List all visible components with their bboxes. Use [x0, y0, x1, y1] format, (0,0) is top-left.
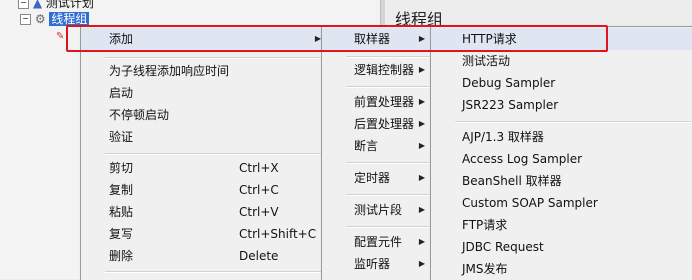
- menu-item-test-action[interactable]: 测试活动: [431, 50, 692, 72]
- tree-collapse-icon[interactable]: −: [20, 14, 31, 25]
- sampler-submenu: HTTP请求 测试活动 Debug Sampler JSR223 Sampler…: [430, 26, 692, 280]
- menu-item-listener[interactable]: 监听器 ▶: [322, 253, 433, 275]
- submenu-arrow-icon: ▶: [418, 97, 425, 106]
- sampler-icon: ✎: [56, 31, 65, 42]
- menu-item-validate[interactable]: 验证: [81, 126, 329, 148]
- menu-separator: [346, 226, 431, 228]
- menu-item-add-think-time[interactable]: 为子线程添加响应时间: [81, 60, 329, 82]
- menu-item-cut[interactable]: 剪切 Ctrl+X: [81, 157, 329, 179]
- menu-separator: [105, 153, 327, 155]
- tree-child-node[interactable]: ✎: [56, 28, 64, 42]
- menu-item-timer[interactable]: 定时器 ▶: [322, 167, 433, 189]
- menu-item-beanshell-sampler[interactable]: BeanShell 取样器: [431, 170, 692, 192]
- highlight-annotation-box: [66, 25, 608, 52]
- submenu-arrow-icon: ▶: [418, 259, 425, 268]
- context-menu: 添加 ▶ 为子线程添加响应时间 启动 不停顿启动 验证 剪切 Ctrl+X 复制…: [80, 26, 330, 280]
- menu-item-logic-controller[interactable]: 逻辑控制器 ▶: [322, 59, 433, 81]
- tree-collapse-icon[interactable]: −: [18, 0, 29, 9]
- menu-item-duplicate[interactable]: 复写 Ctrl+Shift+C: [81, 223, 329, 245]
- menu-item-jms-publisher[interactable]: JMS发布: [431, 258, 692, 280]
- menu-item-test-fragment[interactable]: 测试片段 ▶: [322, 199, 433, 221]
- menu-item-delete[interactable]: 删除 Delete: [81, 245, 329, 267]
- menu-item-jsr223-sampler[interactable]: JSR223 Sampler: [431, 94, 692, 116]
- menu-item-pre-processor[interactable]: 前置处理器 ▶: [322, 91, 433, 113]
- submenu-arrow-icon: ▶: [418, 141, 425, 150]
- menu-item-access-log-sampler[interactable]: Access Log Sampler: [431, 148, 692, 170]
- menu-separator: [346, 86, 431, 88]
- menu-item-start-no-pauses[interactable]: 不停顿启动: [81, 104, 329, 126]
- menu-item-post-processor[interactable]: 后置处理器 ▶: [322, 113, 433, 135]
- tree-node-label: 测试计划: [45, 0, 94, 10]
- submenu-arrow-icon: ▶: [418, 119, 425, 128]
- menu-separator: [455, 121, 691, 123]
- menu-separator: [346, 194, 431, 196]
- menu-item-config-element[interactable]: 配置元件 ▶: [322, 231, 433, 253]
- tree-node-test-plan[interactable]: − ▲ 测试计划: [18, 0, 94, 10]
- tree-node-thread-group[interactable]: − ⚙ 线程组: [20, 12, 90, 26]
- menu-item-jdbc-request[interactable]: JDBC Request: [431, 236, 692, 258]
- menu-separator: [105, 271, 327, 273]
- flask-icon: ▲: [32, 0, 43, 10]
- menu-item-custom-soap-sampler[interactable]: Custom SOAP Sampler: [431, 192, 692, 214]
- gear-icon: ⚙: [34, 12, 46, 26]
- menu-item-copy[interactable]: 复制 Ctrl+C: [81, 179, 329, 201]
- menu-separator: [105, 57, 327, 59]
- menu-item-paste[interactable]: 粘贴 Ctrl+V: [81, 201, 329, 223]
- submenu-arrow-icon: ▶: [418, 237, 425, 246]
- submenu-arrow-icon: ▶: [418, 173, 425, 182]
- tree-node-label: 线程组: [49, 12, 90, 26]
- add-submenu: 取样器 ▶ 逻辑控制器 ▶ 前置处理器 ▶ 后置处理器 ▶ 断言 ▶ 定时器 ▶…: [321, 26, 434, 280]
- menu-separator: [346, 56, 431, 58]
- menu-item-assertion[interactable]: 断言 ▶: [322, 135, 433, 157]
- submenu-arrow-icon: ▶: [418, 65, 425, 74]
- menu-item-ajp-sampler[interactable]: AJP/1.3 取样器: [431, 126, 692, 148]
- submenu-arrow-icon: ▶: [418, 205, 425, 214]
- menu-item-ftp-request[interactable]: FTP请求: [431, 214, 692, 236]
- menu-item-start[interactable]: 启动: [81, 82, 329, 104]
- menu-separator: [346, 162, 431, 164]
- menu-item-debug-sampler[interactable]: Debug Sampler: [431, 72, 692, 94]
